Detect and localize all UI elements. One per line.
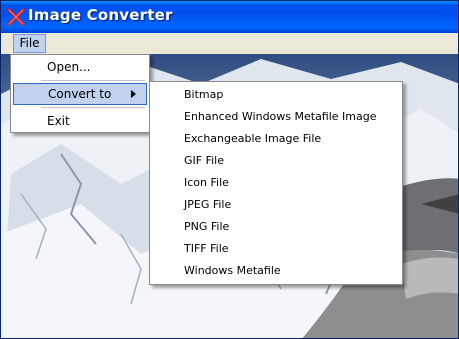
convert-to-submenu: Bitmap Enhanced Windows Metafile Image E…: [149, 81, 403, 285]
red-x-icon: [7, 8, 25, 26]
submenu-item-gif[interactable]: GIF File: [152, 150, 400, 172]
menu-item-convert-to[interactable]: Convert to: [13, 83, 147, 105]
menu-file[interactable]: File: [13, 34, 46, 53]
menu-separator: [41, 80, 145, 81]
menu-bar: File: [1, 33, 458, 54]
menu-item-exit[interactable]: Exit: [13, 111, 147, 133]
menu-item-open[interactable]: Open...: [13, 57, 147, 79]
arrow-right-icon: [131, 90, 136, 98]
submenu-item-wmf[interactable]: Windows Metafile: [152, 260, 400, 282]
submenu-item-exif[interactable]: Exchangeable Image File: [152, 128, 400, 150]
submenu-item-emf[interactable]: Enhanced Windows Metafile Image: [152, 106, 400, 128]
menu-separator: [41, 107, 145, 108]
file-menu-dropdown: Open... Convert to Exit: [10, 54, 150, 133]
window-title: Image Converter: [28, 6, 173, 24]
app-window: Image Converter File Open... Convert to …: [0, 0, 459, 339]
submenu-item-png[interactable]: PNG File: [152, 216, 400, 238]
title-bar[interactable]: Image Converter: [1, 1, 458, 33]
submenu-item-jpeg[interactable]: JPEG File: [152, 194, 400, 216]
submenu-item-bitmap[interactable]: Bitmap: [152, 84, 400, 106]
submenu-item-tiff[interactable]: TIFF File: [152, 238, 400, 260]
submenu-item-icon[interactable]: Icon File: [152, 172, 400, 194]
convert-to-label: Convert to: [48, 87, 112, 101]
